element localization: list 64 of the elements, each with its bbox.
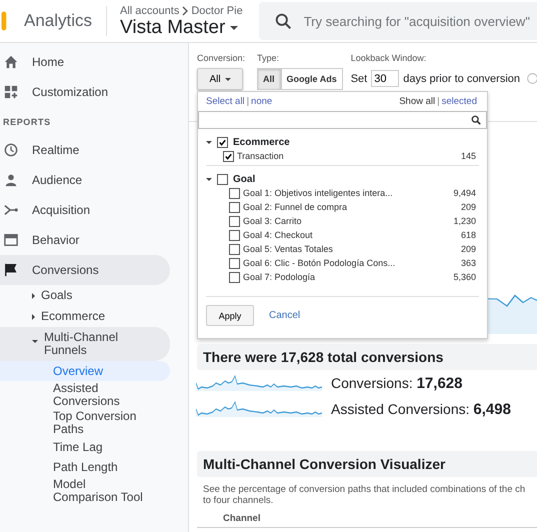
count-text: 9,494 [453,188,477,198]
count-text: 618 [460,230,477,240]
breadcrumb-link[interactable]: All accounts [120,5,180,17]
nav-item[interactable]: Acquisition [0,195,170,225]
count-text: 209 [460,202,477,212]
nav-item[interactable]: Audience [0,165,170,195]
nav-item[interactable]: Behavior [0,225,170,255]
view-selector[interactable]: Vista Master [120,17,243,39]
field-label: Conversion: [197,53,246,63]
nav-item[interactable]: Assisted Conversions [0,381,145,409]
view-filter-link[interactable]: Show all [399,96,436,107]
search-field[interactable]: Try searching for "acquisition overview" [258,2,537,40]
option-label: Transaction [237,151,285,161]
option-label: Goal 3: Carrito [243,216,303,226]
section-header: There were 17,628 total conversions [197,344,537,370]
group-label: Ecommerce [233,136,290,148]
nav-item[interactable]: Home [0,47,170,77]
metric-text: Assisted Conversions: 6,498 [331,400,511,418]
select-none-link[interactable]: none [251,96,272,107]
metric-text: Conversions: 17,628 [331,374,462,392]
nav-item[interactable]: Top Conversion Paths [0,409,145,437]
nav-item[interactable]: Goals [0,285,170,306]
type-toggle[interactable]: Google Ads [280,68,343,90]
description-text: to four channels. [203,495,274,506]
count-text: 145 [460,151,477,161]
view-filter-link[interactable]: selected [442,96,477,107]
option-label: Goal 7: Podología [243,272,316,282]
section-label: REPORTS [2,116,52,129]
cancel-link[interactable]: Cancel [269,310,300,321]
nav-item[interactable]: Realtime [0,135,170,165]
option-label: Goal 5: Ventas Totales [243,244,334,254]
breadcrumb-link[interactable]: Doctor Pie [191,5,243,17]
nav-item[interactable]: Time Lag [0,437,145,457]
nav-item[interactable]: Multi-Channel Funnels [0,327,170,361]
field-label: Lookback Window: [350,53,428,63]
option-label: Goal 6: Clic - Botón Podología Cons... [243,258,396,268]
select-all-link[interactable]: Select all [206,96,245,107]
type-toggle[interactable]: All [257,68,281,90]
description-text: See the percentage of conversion paths that included combinations of the ch [203,484,526,495]
count-text: 209 [460,244,477,254]
days-field[interactable]: 30 [371,70,400,87]
option-label: Goal 4: Checkout [243,230,314,240]
nav-item[interactable]: Customization [0,77,170,107]
conversion-dropdown[interactable]: All [197,68,243,90]
nav-item[interactable]: Overview [0,361,170,381]
separator-text: | [246,96,250,107]
field-suffix: days prior to conversion [403,72,520,84]
nav-item[interactable]: Ecommerce [0,306,170,327]
option-label: Goal 1: Objetivos inteligentes intera... [243,188,394,198]
field-prefix: Set [350,72,368,84]
nav-item[interactable]: Path Length [0,457,145,477]
nav-item[interactable]: Conversions [0,255,170,285]
product-name: Analytics [24,11,92,31]
apply-button[interactable]: Apply [206,305,254,326]
column-header: Channel [197,506,537,528]
count-text: 5,360 [453,272,477,282]
field-label: Type: [257,53,280,63]
nav-item[interactable]: Model Comparison Tool [0,477,145,505]
count-text: 363 [460,258,477,268]
count-text: 1,230 [453,216,477,226]
group-label: Goal [233,174,256,184]
option-label: Goal 2: Funnel de compra [243,202,348,212]
separator-text: | [437,96,440,107]
section-header: Multi-Channel Conversion Visualizer [197,451,537,477]
